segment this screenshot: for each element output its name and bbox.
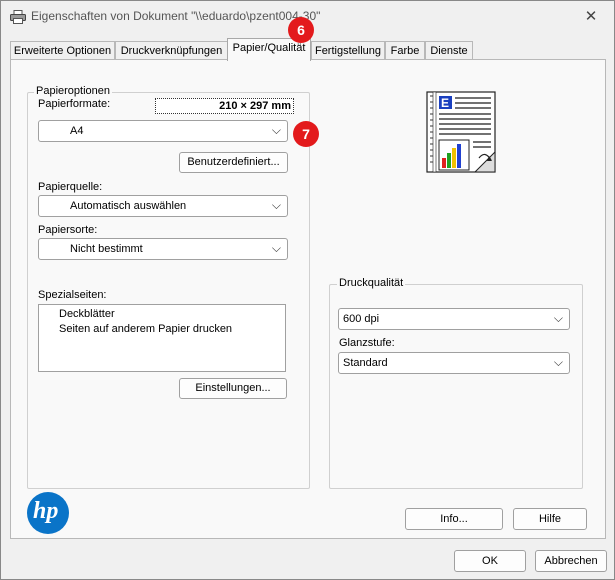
info-button[interactable]: Info... — [405, 508, 503, 530]
paper-type-select[interactable]: Nicht bestimmt ⌵ — [38, 238, 288, 260]
hp-logo-text: hp — [33, 498, 59, 524]
ok-button[interactable]: OK — [454, 550, 526, 572]
chevron-down-icon: ⌵ — [271, 241, 281, 255]
paper-size-readout: 210 × 297 mm — [155, 98, 294, 114]
tab-druckverknuepfungen[interactable]: Druckverknüpfungen — [115, 41, 228, 61]
chevron-down-icon: ⌵ — [271, 198, 281, 212]
page-preview-icon: E — [426, 91, 496, 173]
chevron-down-icon: ⌵ — [553, 311, 563, 325]
special-pages-label: Spezialseiten: — [38, 289, 107, 301]
close-icon[interactable]: ✕ — [581, 7, 601, 27]
dpi-value: 600 dpi — [343, 313, 380, 325]
help-button[interactable]: Hilfe — [513, 508, 587, 530]
gloss-label: Glanzstufe: — [339, 337, 395, 349]
properties-dialog: Eigenschaften von Dokument "\\eduardo\pz… — [0, 0, 615, 580]
paper-source-label: Papierquelle: — [38, 181, 103, 193]
gloss-value: Standard — [343, 357, 388, 369]
gloss-select[interactable]: Standard ⌵ — [338, 352, 570, 374]
paper-type-value: Nicht bestimmt — [70, 243, 143, 255]
paper-source-value: Automatisch auswählen — [70, 200, 187, 212]
paper-source-select[interactable]: Automatisch auswählen ⌵ — [38, 195, 288, 217]
chevron-down-icon: ⌵ — [553, 355, 563, 369]
step-badge-7: 7 — [293, 121, 319, 147]
tab-erweiterte-optionen[interactable]: Erweiterte Optionen — [10, 41, 115, 61]
print-quality-title: Druckqualität — [337, 277, 406, 289]
preview-letter: E — [441, 96, 449, 110]
tab-dienste[interactable]: Dienste — [425, 41, 473, 61]
hp-logo: hp — [27, 492, 69, 534]
special-pages-list[interactable]: Deckblätter Seiten auf anderem Papier dr… — [38, 304, 286, 372]
tab-fertigstellung[interactable]: Fertigstellung — [311, 41, 385, 61]
paper-options-title: Papieroptionen — [34, 85, 113, 97]
chevron-down-icon: ⌵ — [271, 123, 281, 137]
window-title: Eigenschaften von Dokument "\\eduardo\pz… — [31, 9, 321, 23]
cancel-button[interactable]: Abbrechen — [535, 550, 607, 572]
dpi-select[interactable]: 600 dpi ⌵ — [338, 308, 570, 330]
paper-type-label: Papiersorte: — [38, 224, 98, 236]
paper-format-value: A4 — [70, 125, 84, 137]
paper-formats-label: Papierformate: — [38, 98, 111, 110]
settings-button[interactable]: Einstellungen... — [179, 378, 287, 399]
step-badge-6: 6 — [288, 17, 314, 43]
list-item[interactable]: Deckblätter — [59, 308, 115, 320]
tab-farbe[interactable]: Farbe — [385, 41, 425, 61]
paper-format-select[interactable]: A4 ⌵ — [38, 120, 288, 142]
printer-icon — [10, 10, 26, 24]
custom-size-button[interactable]: Benutzerdefiniert... — [179, 152, 288, 173]
list-item[interactable]: Seiten auf anderem Papier drucken — [59, 323, 232, 335]
